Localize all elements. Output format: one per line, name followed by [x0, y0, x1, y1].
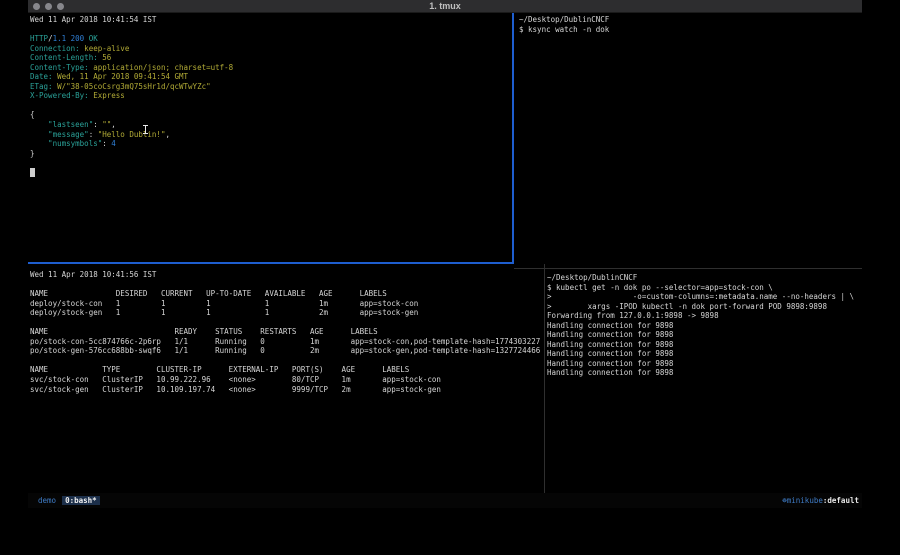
port-forward-output: ~/Desktop/DublinCNCF $ kubectl get -n do…	[547, 273, 862, 378]
tmux-window-tab[interactable]: 0:bash*	[62, 496, 100, 505]
pane-divider-vertical-top[interactable]	[512, 13, 514, 264]
terminal-grid: Wed 11 Apr 2018 10:41:54 IST HTTP/1.1 20…	[28, 13, 862, 493]
http-response-json-body: { "lastseen": "", "message": "Hello Dubl…	[30, 110, 512, 177]
screen: 1. tmux Wed 11 Apr 2018 10:41:54 IST HTT…	[0, 0, 900, 555]
kubectl-resources-tables: NAME DESIRED CURRENT UP-TO-DATE AVAILABL…	[30, 289, 543, 394]
window-title: 1. tmux	[28, 1, 862, 11]
mouse-cursor	[145, 125, 146, 134]
tmux-session-name: demo	[38, 496, 56, 505]
ksync-terminal-output: ~/Desktop/DublinCNCF $ ksync watch -n do…	[519, 15, 862, 34]
timestamp-bottom-left: Wed 11 Apr 2018 10:41:56 IST	[30, 270, 543, 280]
http-response-headers: HTTP/1.1 200 OK Connection: keep-alive C…	[30, 34, 512, 101]
pane-divider-horizontal-left[interactable]	[28, 262, 514, 264]
pane-divider-vertical-bottom[interactable]	[544, 264, 545, 493]
kube-context: minikube	[787, 496, 823, 505]
kube-namespace: :default	[823, 496, 859, 505]
tmux-status-bar: demo 0:bash* ☸ minikube :default	[28, 493, 862, 508]
pane-divider-horizontal-right[interactable]	[514, 268, 862, 269]
window-titlebar: 1. tmux	[28, 0, 862, 13]
pane-kubectl-get[interactable]: Wed 11 Apr 2018 10:41:56 IST NAME DESIRE…	[28, 266, 543, 493]
pane-http-response[interactable]: Wed 11 Apr 2018 10:41:54 IST HTTP/1.1 20…	[28, 13, 512, 263]
pane-ksync[interactable]: ~/Desktop/DublinCNCF $ ksync watch -n do…	[517, 13, 862, 268]
timestamp-top-left: Wed 11 Apr 2018 10:41:54 IST	[30, 15, 512, 25]
pane-port-forward[interactable]: ~/Desktop/DublinCNCF $ kubectl get -n do…	[546, 271, 862, 493]
terminal-window: 1. tmux Wed 11 Apr 2018 10:41:54 IST HTT…	[28, 0, 862, 508]
